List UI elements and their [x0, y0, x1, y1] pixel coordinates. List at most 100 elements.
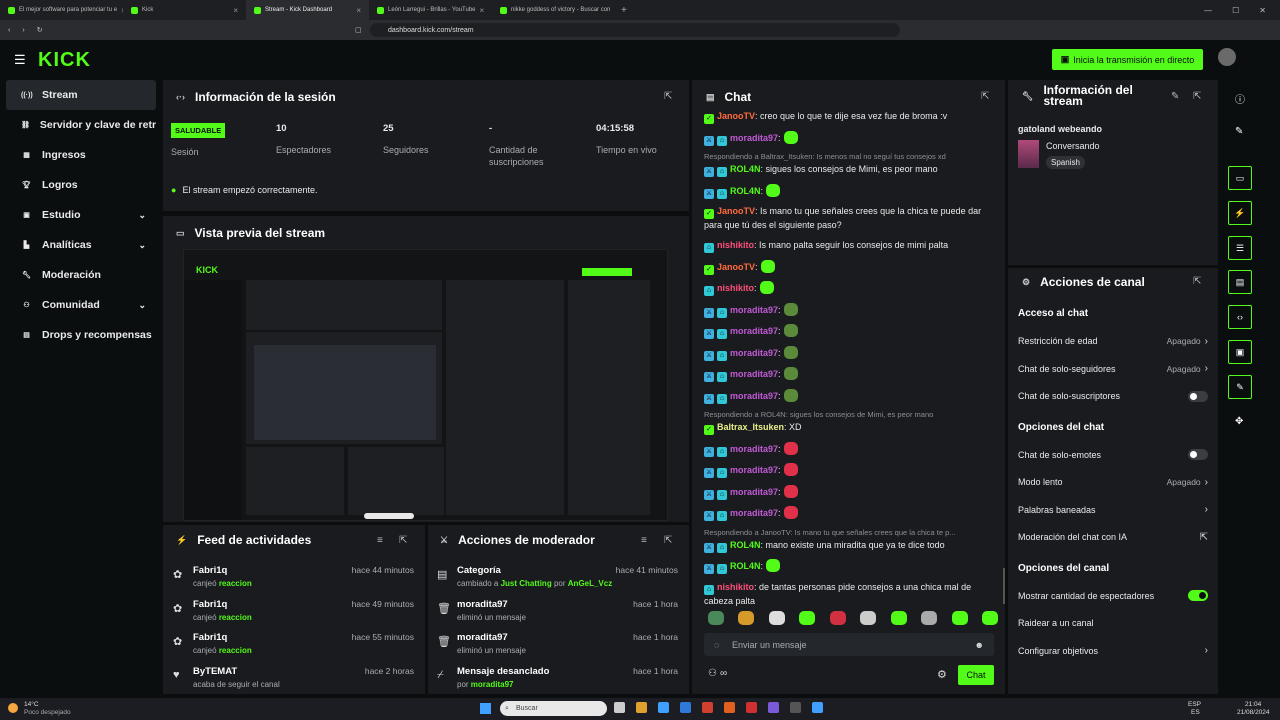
filter-icon[interactable]: ≡	[377, 535, 383, 546]
taskbar-app-icon[interactable]	[636, 702, 647, 713]
bookmark-icon[interactable]: ▢	[355, 26, 362, 34]
expand-icon[interactable]: ⇱	[1193, 91, 1201, 102]
browser-tab[interactable]: Stream - Kick Dashboard ×	[246, 0, 369, 20]
channel-setting-row[interactable]: Mostrar cantidad de espectadores	[1018, 589, 1208, 603]
chat-message[interactable]: ⌂ nishikito: de tantas personas pide cons…	[704, 581, 1000, 607]
kick-logo[interactable]: KICK	[38, 49, 91, 72]
channel-setting-row[interactable]: Palabras baneadas ›	[1018, 503, 1208, 517]
users-icon[interactable]: ⚇	[708, 668, 717, 679]
taskbar-app-icon[interactable]	[658, 702, 669, 713]
chat-message[interactable]: ⚔ ⌂ moradita97:	[704, 388, 1000, 404]
browser-tab[interactable]: El mejor software para potenciar tu e×	[0, 0, 123, 20]
toggle-switch[interactable]	[1188, 390, 1208, 402]
rail-wrench-button[interactable]: ✎	[1228, 375, 1252, 399]
chat-message[interactable]: Respondiendo a Baltrax_Itsuken: Is menos…	[704, 152, 1000, 177]
channel-setting-row[interactable]: Chat de solo-seguidores Apagado ›	[1018, 362, 1208, 376]
chat-message[interactable]: ⚔ ⌂ moradita97:	[704, 463, 1000, 478]
chat-message[interactable]: Respondiendo a JanooTV: Is mano tu que s…	[704, 528, 1000, 553]
channel-setting-row[interactable]: Restricción de edad Apagado ›	[1018, 334, 1208, 348]
chat-username[interactable]: moradita97	[730, 133, 778, 143]
chat-message[interactable]: ✓ JanooTV:	[704, 259, 1000, 275]
quick-emote-icon[interactable]	[951, 611, 968, 625]
chat-username[interactable]: moradita97	[730, 305, 778, 315]
toggle-switch[interactable]	[1188, 590, 1208, 601]
edit-icon[interactable]: ✎	[1235, 126, 1243, 137]
reload-icon[interactable]: ↻	[37, 26, 43, 34]
expand-icon[interactable]: ⇱	[1193, 276, 1201, 287]
expand-icon[interactable]: ⇱	[399, 535, 407, 546]
menu-icon[interactable]: ☰	[14, 52, 26, 68]
chat-username[interactable]: ROL4N	[730, 540, 761, 550]
chat-input[interactable]: ◌ Enviar un mensaje ☻	[704, 633, 994, 656]
edit-pencil-icon[interactable]: ✎	[1171, 91, 1179, 102]
chat-username[interactable]: moradita97	[730, 326, 778, 336]
chat-username[interactable]: ROL4N	[730, 164, 761, 174]
tab-close-icon[interactable]: ×	[480, 6, 485, 15]
channel-setting-row[interactable]: Modo lento Apagado ›	[1018, 475, 1208, 489]
new-tab-button[interactable]: +	[621, 5, 627, 16]
sidebar-item-stream[interactable]: ((·)) Stream	[6, 80, 156, 110]
chat-message[interactable]: ⚔ ⌂ moradita97:	[704, 441, 1000, 457]
chat-username[interactable]: moradita97	[730, 508, 778, 518]
expand-icon[interactable]: ⇱	[664, 91, 672, 102]
taskbar-time[interactable]: 21:04	[1245, 701, 1261, 708]
tab-close-icon[interactable]: ×	[614, 6, 615, 15]
rail-video-button[interactable]: ▭	[1228, 166, 1252, 190]
quick-emote-icon[interactable]	[799, 611, 816, 625]
taskbar-lang[interactable]: ESP	[1188, 701, 1201, 708]
chat-send-button[interactable]: Chat	[958, 665, 994, 685]
quick-emote-icon[interactable]	[981, 611, 998, 625]
quick-emote-icon[interactable]	[738, 611, 755, 625]
chat-username[interactable]: moradita97	[730, 465, 778, 475]
browser-tab[interactable]: nikke goddess of victory - Buscar con×	[492, 0, 615, 20]
chat-username[interactable]: moradita97	[730, 444, 778, 454]
taskbar-app-icon[interactable]	[768, 702, 779, 713]
sidebar-item-comunidad[interactable]: ⚇ Comunidad ⌄	[6, 290, 156, 320]
expand-icon[interactable]: ⇱	[981, 91, 989, 102]
quick-emote-icon[interactable]	[860, 611, 877, 625]
chat-message[interactable]: ⌂ nishikito:	[704, 281, 1000, 296]
go-live-button[interactable]: ▣ Inicia la transmisión en directo	[1052, 49, 1203, 70]
chat-message[interactable]: ⚔ ⌂ moradita97:	[704, 484, 1000, 500]
emoji-icon[interactable]: ☻	[975, 640, 984, 650]
taskbar-app-icon[interactable]	[614, 702, 625, 713]
browser-tab[interactable]: León Larregui - Brillas - YouTube ×	[369, 0, 492, 20]
chat-username[interactable]: ROL4N	[730, 561, 761, 571]
chat-message[interactable]: ⚔ ⌂ moradita97:	[704, 506, 1000, 521]
rail-mod-button[interactable]: ▣	[1228, 340, 1252, 364]
channel-setting-row[interactable]: Configurar objetivos ›	[1018, 644, 1208, 658]
chat-username[interactable]: moradita97	[730, 391, 778, 401]
rail-bolt-button[interactable]: ⚡	[1228, 201, 1252, 225]
quick-emote-icon[interactable]	[921, 611, 938, 625]
toggle-switch[interactable]	[1188, 449, 1208, 460]
chevron-down-icon[interactable]: ⌄	[138, 240, 146, 251]
tab-close-icon[interactable]: ×	[233, 6, 238, 15]
chat-message[interactable]: ✓ JanooTV: creo que lo que te dije esa ve…	[704, 110, 1000, 124]
sidebar-item-moderación[interactable]: 🔧︎ Moderación	[6, 260, 156, 290]
chat-username[interactable]: nishikito	[717, 240, 754, 250]
rail-session-button[interactable]: ‹›	[1228, 305, 1252, 329]
chat-messages[interactable]: ✓ JanooTV: creo que lo que te dije esa ve…	[704, 110, 1000, 606]
chat-username[interactable]: Baltrax_Itsuken	[717, 422, 784, 432]
sidebar-item-estudio[interactable]: ▣ Estudio ⌄	[6, 200, 156, 230]
maximize-button[interactable]: ☐	[1232, 6, 1239, 15]
quick-emote-icon[interactable]	[768, 611, 785, 625]
channel-setting-row[interactable]: Chat de solo-emotes	[1018, 448, 1208, 462]
chat-scrollbar[interactable]	[1003, 568, 1005, 604]
sidebar-item-drops[interactable]: ▤ Drops y recompensas	[6, 320, 156, 350]
chat-message[interactable]: ⚔ ⌂ moradita97:	[704, 130, 1000, 146]
chat-message[interactable]: ⚔ ⌂ moradita97:	[704, 302, 1000, 318]
taskbar-app-icon[interactable]	[812, 702, 823, 713]
quick-emote-icon[interactable]	[829, 611, 846, 625]
chat-username[interactable]: moradita97	[730, 348, 778, 358]
chat-username[interactable]: moradita97	[730, 369, 778, 379]
chat-username[interactable]: nishikito	[717, 582, 754, 592]
quick-emote-icon[interactable]	[708, 611, 724, 625]
quick-emote-icon[interactable]	[890, 611, 907, 625]
puzzle-icon[interactable]: ✥	[1235, 416, 1243, 427]
chat-message[interactable]: ⚔ ⌂ ROL4N:	[704, 559, 1000, 574]
stream-preview-video[interactable]: KICK	[183, 249, 668, 521]
browser-tab[interactable]: Kick ×	[123, 0, 246, 20]
chat-message[interactable]: ⚔ ⌂ ROL4N:	[704, 183, 1000, 199]
taskbar-app-icon[interactable]	[724, 702, 735, 713]
